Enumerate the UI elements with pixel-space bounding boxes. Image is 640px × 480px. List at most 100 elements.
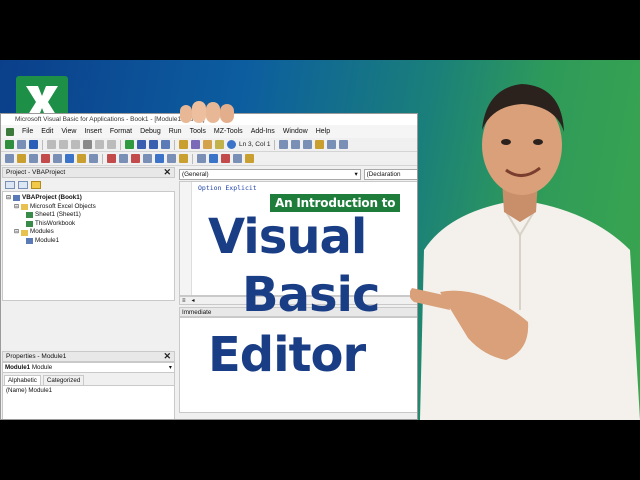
tree-item-vbaproject[interactable]: ⊟ VBAProject (Book1) bbox=[6, 194, 174, 203]
mz-tool-13-icon[interactable] bbox=[155, 154, 164, 163]
scroll-left-icon[interactable]: ◂ bbox=[192, 297, 195, 304]
copy-icon[interactable] bbox=[59, 140, 68, 149]
run-icon[interactable] bbox=[125, 140, 134, 149]
mz-tool-8-icon[interactable] bbox=[89, 154, 98, 163]
properties-window-icon[interactable] bbox=[191, 140, 200, 149]
menu-tools[interactable]: Tools bbox=[190, 128, 206, 135]
property-value[interactable]: Module1 bbox=[28, 387, 52, 394]
mz-tool-18-icon[interactable] bbox=[221, 154, 230, 163]
property-name: (Name) bbox=[6, 387, 27, 394]
vba-app-icon bbox=[6, 127, 14, 136]
project-icon bbox=[13, 195, 21, 202]
collapse-icon[interactable]: ⊟ bbox=[14, 203, 19, 212]
bookmark-icon[interactable] bbox=[315, 140, 325, 149]
menu-insert[interactable]: Insert bbox=[84, 128, 102, 135]
toolbox-icon[interactable] bbox=[215, 140, 224, 149]
project-explorer-icon[interactable] bbox=[179, 140, 188, 149]
view-excel-icon[interactable] bbox=[5, 140, 14, 149]
indent-icon[interactable] bbox=[291, 140, 301, 149]
tree-item-label: Sheet1 (Sheet1) bbox=[35, 211, 81, 219]
menu-run[interactable]: Run bbox=[169, 128, 182, 135]
paste-icon[interactable] bbox=[71, 140, 80, 149]
tab-alphabetic[interactable]: Alphabetic bbox=[4, 375, 41, 385]
tree-item-thisworkbook[interactable]: ThisWorkbook bbox=[6, 220, 174, 229]
title-line-3: Editor bbox=[208, 327, 366, 383]
tree-item-modules[interactable]: ⊟ Modules bbox=[6, 228, 174, 237]
collapse-icon[interactable]: ⊟ bbox=[6, 194, 11, 203]
properties-window: Properties - Module1 ✕ Module1 Module ▾ … bbox=[2, 351, 175, 419]
module-icon bbox=[26, 238, 33, 245]
presenter-photo bbox=[410, 84, 640, 420]
mz-tool-16-icon[interactable] bbox=[197, 154, 206, 163]
mz-tool-20-icon[interactable] bbox=[245, 154, 254, 163]
mz-tool-1-icon[interactable] bbox=[5, 154, 14, 163]
comment-block-icon[interactable] bbox=[327, 140, 337, 149]
menu-edit[interactable]: Edit bbox=[41, 128, 53, 135]
project-explorer-title: Project - VBAProject bbox=[6, 169, 66, 176]
design-mode-icon[interactable] bbox=[161, 140, 170, 149]
view-toggle-icon[interactable]: ≡ bbox=[182, 298, 186, 304]
mz-tool-4-icon[interactable] bbox=[41, 154, 50, 163]
reset-icon[interactable] bbox=[149, 140, 158, 149]
outdent-icon[interactable] bbox=[303, 140, 313, 149]
mz-tool-2-icon[interactable] bbox=[17, 154, 26, 163]
tab-categorized[interactable]: Categorized bbox=[42, 375, 85, 385]
object-browser-icon[interactable] bbox=[203, 140, 212, 149]
properties-header: Properties - Module1 ✕ bbox=[2, 351, 175, 362]
mz-tool-7-icon[interactable] bbox=[77, 154, 86, 163]
mz-tool-15-icon[interactable] bbox=[179, 154, 188, 163]
object-name: Module1 bbox=[5, 364, 31, 371]
close-icon[interactable]: ✕ bbox=[163, 352, 171, 361]
undo-icon[interactable] bbox=[95, 140, 104, 149]
mz-tool-14-icon[interactable] bbox=[167, 154, 176, 163]
tree-item-excel-objects[interactable]: ⊟ Microsoft Excel Objects bbox=[6, 203, 174, 212]
menu-debug[interactable]: Debug bbox=[140, 128, 161, 135]
menu-file[interactable]: File bbox=[22, 128, 33, 135]
object-combo[interactable]: (General) ▾ bbox=[179, 168, 361, 180]
edit-toolbar-icon[interactable] bbox=[279, 140, 289, 149]
menu-add-ins[interactable]: Add-Ins bbox=[251, 128, 275, 135]
procedure-combo-value: (Declaration bbox=[366, 170, 401, 178]
cut-icon[interactable] bbox=[47, 140, 56, 149]
properties-title: Properties - Module1 bbox=[6, 353, 67, 360]
code-line: Option Explicit bbox=[198, 184, 257, 192]
property-row[interactable]: (Name) Module1 bbox=[6, 387, 171, 394]
mz-tool-3-icon[interactable] bbox=[29, 154, 38, 163]
close-icon[interactable]: ✕ bbox=[163, 168, 171, 177]
tree-item-label: ThisWorkbook bbox=[35, 219, 76, 227]
mz-tool-19-icon[interactable] bbox=[233, 154, 242, 163]
menu-help[interactable]: Help bbox=[316, 128, 330, 135]
menu-format[interactable]: Format bbox=[110, 128, 132, 135]
mz-tool-10-icon[interactable] bbox=[119, 154, 128, 163]
menu-window[interactable]: Window bbox=[283, 128, 308, 135]
menu-mz-tools[interactable]: MZ-Tools bbox=[214, 128, 243, 135]
object-select[interactable]: Module1 Module ▾ bbox=[3, 363, 174, 373]
properties-tabs: Alphabetic Categorized bbox=[3, 373, 174, 385]
mz-tool-5-icon[interactable] bbox=[53, 154, 62, 163]
break-icon[interactable] bbox=[137, 140, 146, 149]
thumbnail-scene: Microsoft Visual Basic for Applications … bbox=[0, 60, 640, 420]
save-icon[interactable] bbox=[29, 140, 38, 149]
properties-body: Module1 Module ▾ Alphabetic Categorized … bbox=[2, 362, 175, 419]
view-code-icon[interactable] bbox=[5, 180, 15, 189]
chevron-down-icon[interactable]: ▾ bbox=[169, 364, 172, 371]
redo-icon[interactable] bbox=[107, 140, 116, 149]
chevron-down-icon[interactable]: ▾ bbox=[354, 171, 357, 178]
property-grid: (Name) Module1 bbox=[3, 385, 174, 419]
menu-view[interactable]: View bbox=[61, 128, 76, 135]
tree-item-module1[interactable]: Module1 bbox=[6, 237, 174, 246]
help-icon[interactable] bbox=[227, 140, 236, 149]
tree-item-sheet1[interactable]: Sheet1 (Sheet1) bbox=[6, 211, 174, 220]
collapse-icon[interactable]: ⊟ bbox=[14, 228, 19, 237]
view-object-icon[interactable] bbox=[18, 180, 28, 189]
find-icon[interactable] bbox=[83, 140, 92, 149]
letterbox-bottom bbox=[0, 420, 640, 480]
toggle-folders-icon[interactable] bbox=[31, 180, 41, 189]
uncomment-block-icon[interactable] bbox=[339, 140, 349, 149]
mz-tool-17-icon[interactable] bbox=[209, 154, 218, 163]
mz-tool-11-icon[interactable] bbox=[131, 154, 140, 163]
mz-tool-9-icon[interactable] bbox=[107, 154, 116, 163]
insert-module-icon[interactable] bbox=[17, 140, 26, 149]
mz-tool-12-icon[interactable] bbox=[143, 154, 152, 163]
mz-tool-6-icon[interactable] bbox=[65, 154, 74, 163]
